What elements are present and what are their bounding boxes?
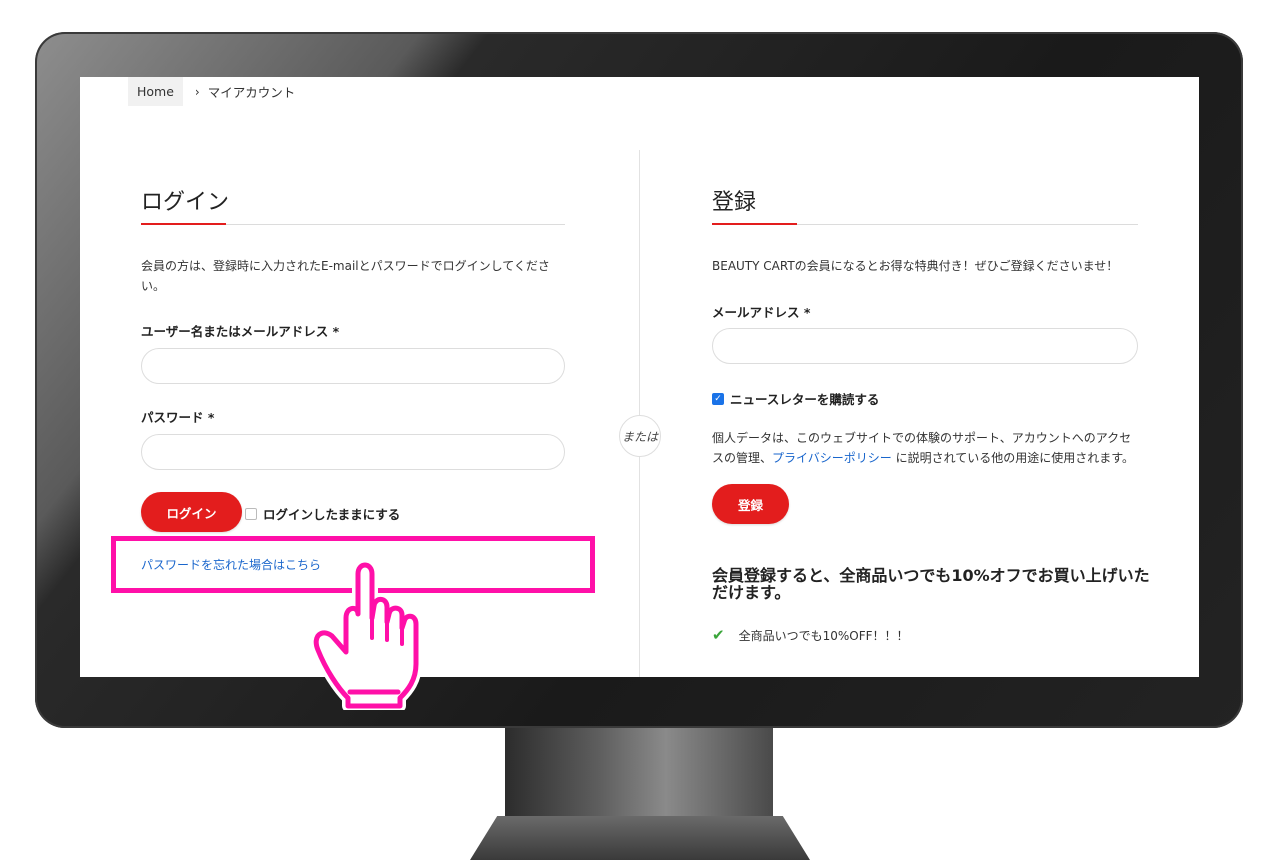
register-description: BEAUTY CARTの会員になるとお得な特典付き！ぜひご登録くださいませ！	[712, 259, 1119, 273]
login-button[interactable]: ログイン	[141, 492, 242, 532]
privacy-policy-link[interactable]: プライバシーポリシー	[772, 451, 892, 465]
remember-me-checkbox[interactable]	[245, 507, 257, 520]
breadcrumb: Home › マイアカウント	[128, 77, 295, 106]
benefit-item-label: 全商品いつでも10%OFF！！！	[738, 628, 909, 643]
email-label: メールアドレス *	[712, 305, 811, 320]
benefit-title: 会員登録すると、全商品いつでも10%オフでお買い上げいただけます。	[712, 566, 1150, 602]
remember-me[interactable]: ログインしたままにする	[245, 504, 400, 523]
password-label: パスワード *	[141, 410, 215, 425]
newsletter-option[interactable]: ✓ ニュースレターを購読する	[712, 389, 879, 408]
newsletter-label: ニュースレターを購読する	[730, 392, 880, 407]
monitor-stand-base	[470, 816, 810, 860]
login-title-accent	[141, 223, 226, 225]
breadcrumb-home-link[interactable]: Home	[128, 77, 183, 106]
column-divider	[639, 150, 640, 677]
login-description: 会員の方は、登録時に入力されたE-mailとパスワードでログインしてください。	[141, 259, 550, 293]
privacy-notice: 個人データは、このウェブサイトでの体験のサポート、アカウントへのアクセスの管理、…	[712, 428, 1142, 468]
benefit-item: ✔ 全商品いつでも10%OFF！！！	[712, 626, 909, 644]
hand-pointer-icon	[310, 559, 422, 710]
checkmark-icon: ✔	[712, 626, 725, 644]
chevron-right-icon: ›	[194, 84, 200, 99]
breadcrumb-current: マイアカウント	[207, 85, 296, 100]
register-title-accent	[712, 223, 797, 225]
or-badge: または	[619, 415, 661, 457]
username-input[interactable]	[141, 348, 565, 384]
username-label: ユーザー名またはメールアドレス *	[141, 324, 340, 339]
login-title: ログイン	[141, 190, 230, 215]
register-button[interactable]: 登録	[712, 484, 789, 524]
register-title: 登録	[712, 190, 757, 215]
newsletter-checkbox[interactable]: ✓	[712, 392, 724, 405]
monitor-stand-neck	[505, 728, 773, 818]
email-input[interactable]	[712, 328, 1138, 364]
password-input[interactable]	[141, 434, 565, 470]
privacy-text-after: に説明されている他の用途に使用されます。	[891, 451, 1135, 465]
remember-me-label: ログインしたままにする	[263, 507, 401, 522]
